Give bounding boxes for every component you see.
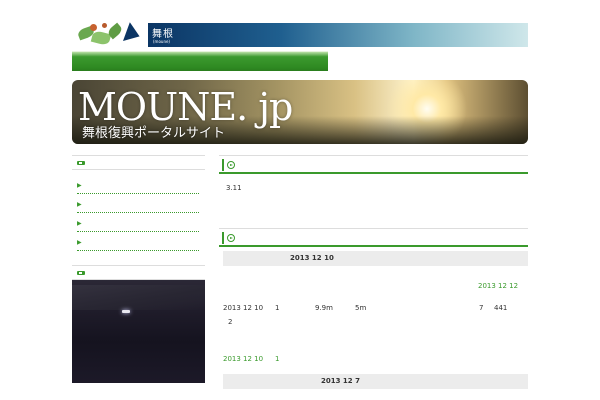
arrow-right-icon: ▶ (77, 201, 82, 208)
post-body-value: 2 (228, 318, 233, 326)
sidebar-link-4[interactable]: ▶ (77, 237, 199, 251)
tag-icon (77, 161, 85, 165)
photo-light (122, 310, 130, 313)
heading-bar-icon (222, 159, 224, 171)
tag-icon (77, 271, 85, 275)
banner-subtitle: 舞根復興ポータルサイト (82, 126, 226, 141)
post-body-value: 5m (355, 304, 367, 312)
post-date-bar: 2013 12 10 (223, 251, 528, 266)
sidebar-heading (72, 155, 205, 170)
post-footer-date[interactable]: 2013 12 10 (223, 355, 263, 363)
post-body-date: 2013 12 10 (223, 304, 264, 312)
sidebar-heading (72, 265, 205, 280)
flower-icon (102, 23, 107, 28)
post-date: 2013 12 7 (321, 377, 360, 385)
section-heading (219, 228, 528, 247)
arrow-right-icon: ▶ (77, 239, 82, 246)
post-body-value: 7 (479, 304, 484, 312)
post-body-value: 9.9m (315, 304, 333, 312)
photo-ridge (72, 285, 205, 310)
flower-icon (90, 24, 97, 31)
post-footer-count[interactable]: 1 (275, 355, 279, 363)
sidebar-link-1[interactable]: ▶ (77, 180, 199, 194)
sidebar-link-3[interactable]: ▶ (77, 218, 199, 232)
banner-title: MOUNE. jp (78, 85, 293, 129)
post-date-bar: 2013 12 7 (223, 374, 528, 389)
section-heading (219, 155, 528, 174)
post-date: 2013 12 10 (290, 254, 334, 262)
arrow-right-icon: ▶ (77, 182, 82, 189)
post-side-date[interactable]: 2013 12 12 (478, 282, 518, 290)
section-text: 3.11 (226, 184, 242, 192)
play-circle-icon (227, 161, 235, 169)
sidebar-link-2[interactable]: ▶ (77, 199, 199, 213)
site-name: 舞根 (152, 29, 174, 40)
global-nav-bar[interactable] (72, 51, 328, 71)
post-body-value: 441 (494, 304, 508, 312)
heading-bar-icon (222, 232, 224, 244)
arrow-right-icon: ▶ (77, 220, 82, 227)
post-body-value: 1 (275, 304, 280, 312)
header-bar (148, 23, 528, 47)
sidebar-photo[interactable] (72, 280, 205, 383)
site-roman-name: (moune) (153, 39, 170, 44)
play-circle-icon (227, 234, 235, 242)
